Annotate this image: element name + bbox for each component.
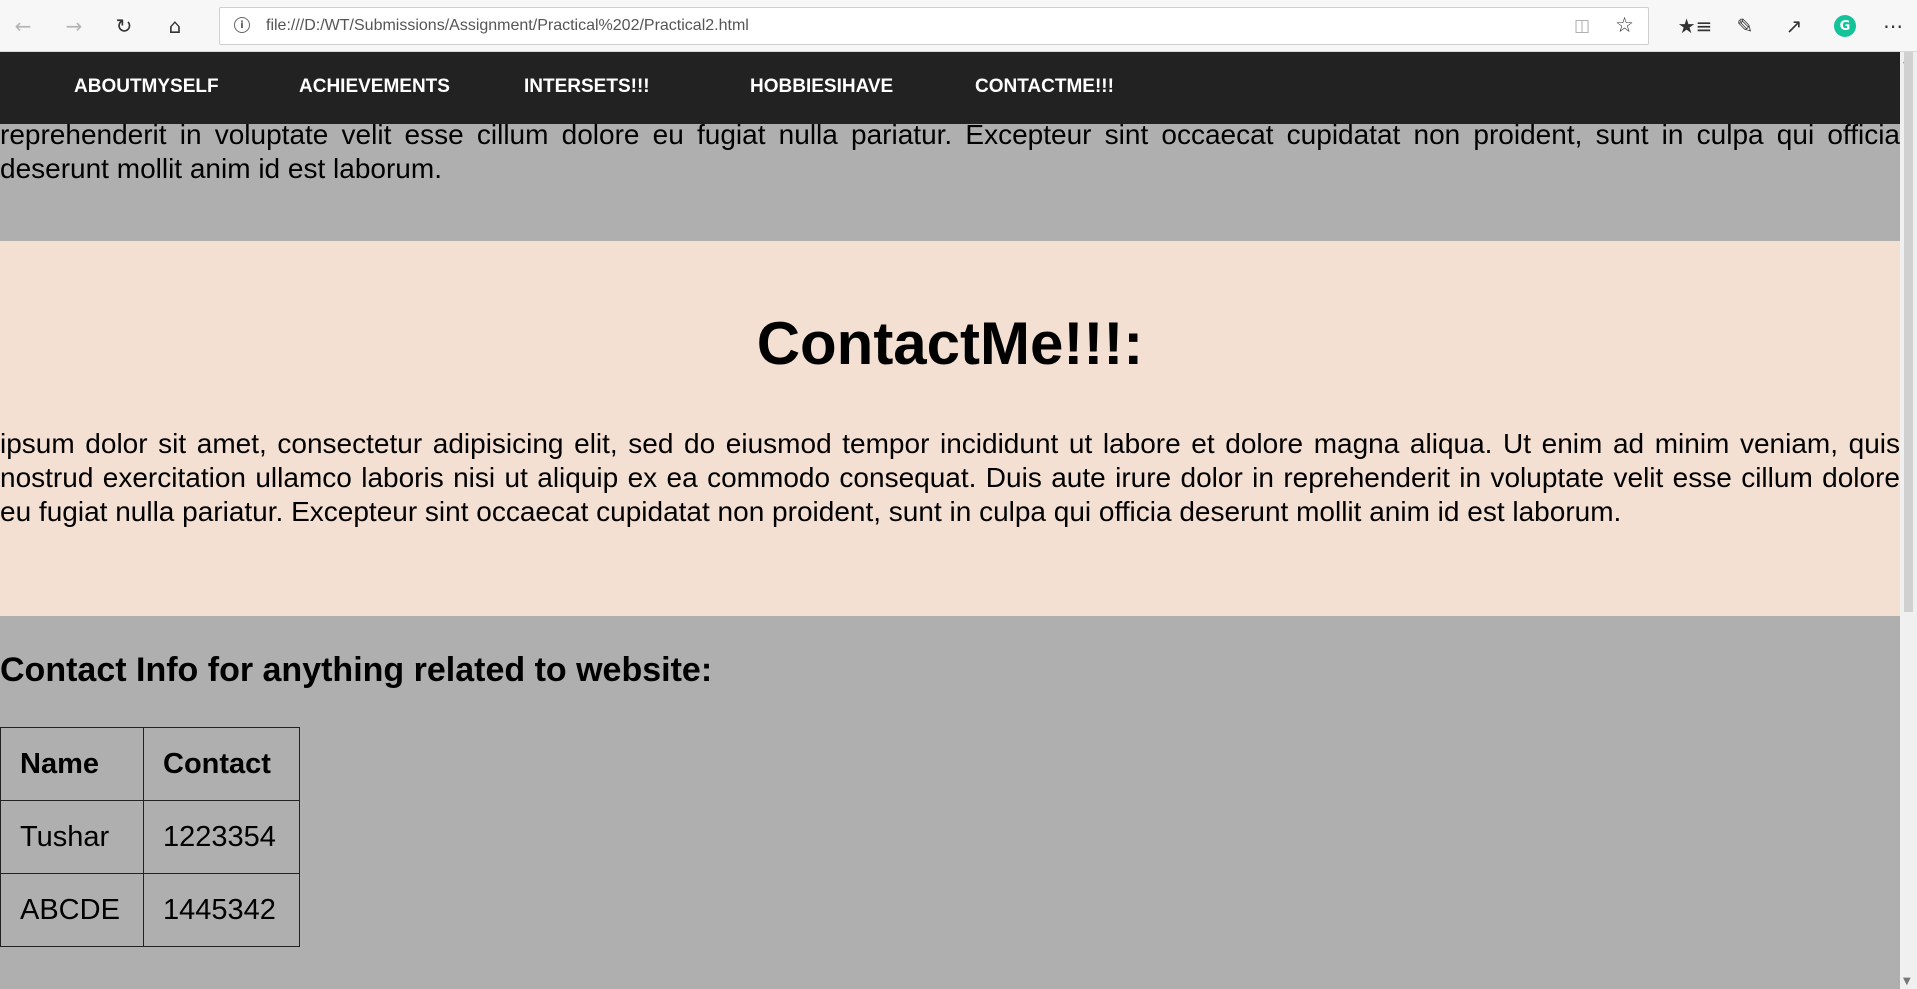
back-icon[interactable]: ←: [6, 9, 40, 43]
nav-item-interests[interactable]: INTERSETS!!!: [524, 76, 650, 98]
table-header-contact: Contact: [143, 727, 300, 801]
table-header-name: Name: [0, 727, 144, 801]
address-bar[interactable]: i file:///D:/WT/Submissions/Assignment/P…: [219, 7, 1649, 45]
table-row: Tushar 1223354: [0, 800, 300, 874]
forward-icon[interactable]: →: [57, 9, 91, 43]
contact-info-heading: Contact Info for anything related to web…: [0, 651, 713, 689]
contact-section: ContactMe!!!: ipsum dolor sit amet, cons…: [0, 241, 1900, 616]
refresh-icon[interactable]: ↻: [107, 9, 141, 43]
table-cell-name: Tushar: [0, 800, 144, 874]
table-cell-name: ABCDE: [0, 873, 144, 947]
nav-item-hobbies[interactable]: HOBBIESIHAVE: [750, 76, 893, 98]
scroll-down-icon[interactable]: ▼: [1903, 976, 1911, 987]
table-row: ABCDE 1445342: [0, 873, 300, 947]
vertical-scrollbar[interactable]: ▲ ▼: [1900, 52, 1917, 989]
contact-paragraph: ipsum dolor sit amet, consectetur adipis…: [0, 428, 1900, 527]
nav-item-achievements[interactable]: ACHIEVEMENTS: [299, 76, 450, 98]
pen-icon[interactable]: ✎: [1728, 9, 1762, 43]
grammarly-icon[interactable]: G: [1834, 15, 1856, 37]
contact-title: ContactMe!!!:: [756, 310, 1144, 377]
nav-item-contactme[interactable]: CONTACTME!!!: [975, 76, 1114, 98]
site-info-icon[interactable]: i: [234, 17, 250, 33]
scrollbar-thumb[interactable]: [1904, 52, 1913, 612]
reading-view-icon[interactable]: ◫: [1574, 16, 1590, 36]
address-url[interactable]: file:///D:/WT/Submissions/Assignment/Pra…: [266, 17, 749, 35]
page-viewport: reprehenderit in voluptate velit esse ci…: [0, 52, 1900, 989]
table-cell-contact: 1223354: [143, 800, 300, 874]
table-cell-contact: 1445342: [143, 873, 300, 947]
about-paragraph-tail: reprehenderit in voluptate velit esse ci…: [0, 119, 1900, 184]
table-header-row: Name Contact: [0, 727, 300, 801]
more-icon[interactable]: ⋯: [1876, 9, 1910, 43]
contact-table: Name Contact Tushar 1223354 ABCDE 144534…: [0, 727, 300, 947]
home-icon[interactable]: ⌂: [158, 9, 192, 43]
browser-toolbar: ← → ↻ ⌂ i file:///D:/WT/Submissions/Assi…: [0, 0, 1917, 52]
nav-item-aboutmyself[interactable]: ABOUTMYSELF: [74, 76, 219, 98]
favorite-star-icon[interactable]: ☆: [1615, 13, 1634, 37]
top-nav: ABOUTMYSELF ACHIEVEMENTS INTERSETS!!! HO…: [0, 52, 1900, 124]
share-icon[interactable]: ↗: [1777, 9, 1811, 43]
favorites-hub-icon[interactable]: ★≡: [1678, 9, 1713, 43]
